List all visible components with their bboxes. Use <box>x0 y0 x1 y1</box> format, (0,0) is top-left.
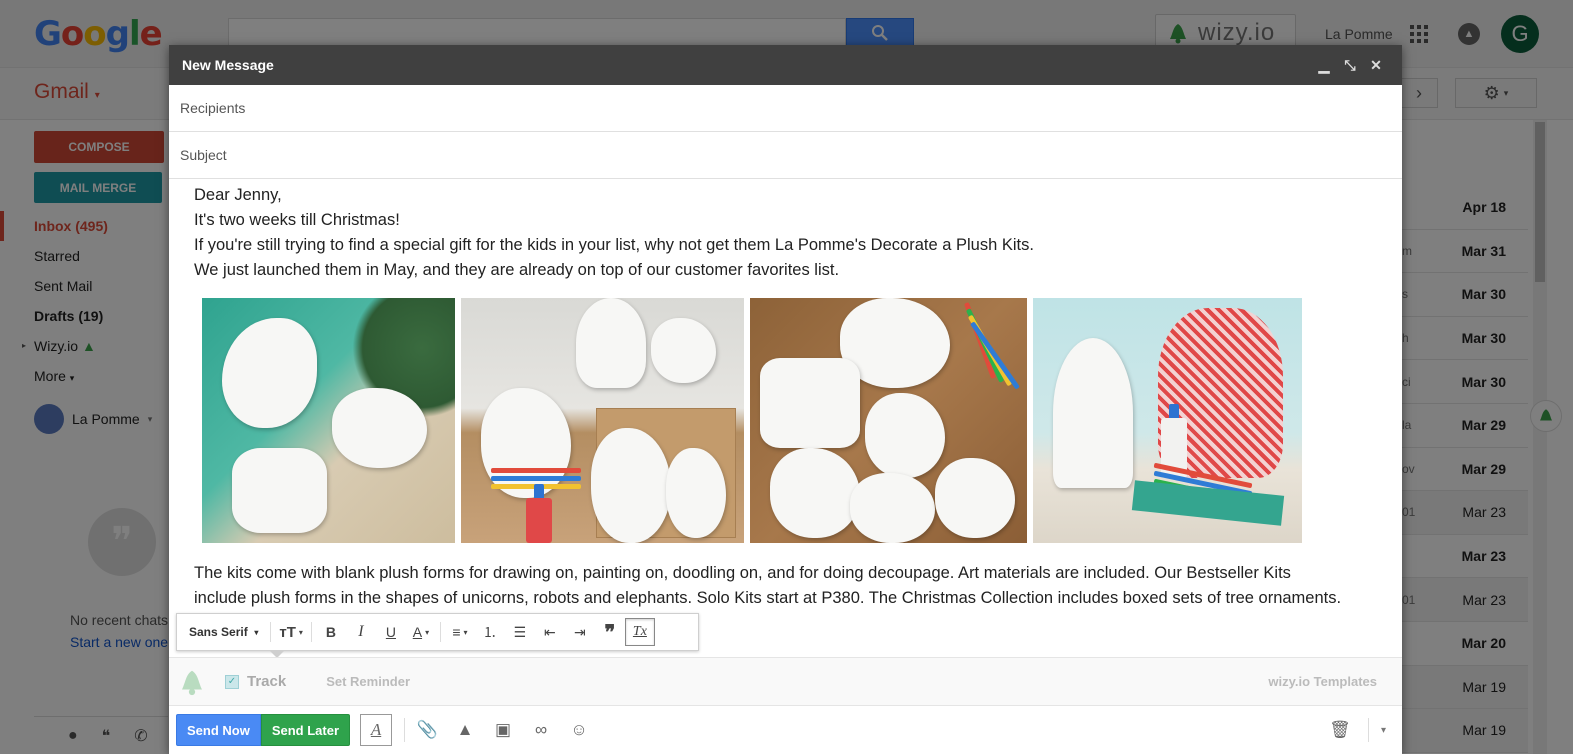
body-line: We just launched them in May, and they a… <box>194 261 840 279</box>
set-reminder-button[interactable]: Set Reminder <box>326 674 410 689</box>
subject-input[interactable] <box>180 147 1402 163</box>
font-select[interactable]: Sans Serif ▾ <box>181 618 266 646</box>
body-line: If you're still trying to find a special… <box>194 236 1034 254</box>
text-color-button[interactable]: A ▾ <box>406 618 436 646</box>
body-line: include plush forms in the shapes of uni… <box>194 589 1342 607</box>
product-photo[interactable] <box>750 298 1027 543</box>
product-photos <box>202 298 1377 543</box>
quote-icon[interactable]: ❞ <box>595 618 625 646</box>
italic-button[interactable]: I <box>346 618 376 646</box>
recipients-row <box>169 85 1402 132</box>
insert-photo-icon[interactable]: ▣ <box>487 714 519 746</box>
product-photo[interactable] <box>461 298 744 543</box>
subject-row <box>169 132 1402 179</box>
compose-footer: Send Now Send Later A 📎 ▲ ▣ ∞ ☺ 🗑 ▾ <box>169 705 1402 754</box>
track-checkbox[interactable]: ✓ <box>225 674 239 689</box>
formatting-toolbar: Sans Serif ▾ ᴛT ▾ B I U A ▾ ≡ ▾ ⒈ ☰ ⇤ ⇥ ❞ T… <box>176 613 699 651</box>
wizy-bar: ✓ Track Set Reminder wizy.io Templates <box>169 657 1402 705</box>
product-photo[interactable] <box>202 298 455 543</box>
formatting-options-icon[interactable]: A <box>360 714 393 746</box>
emoji-icon[interactable]: ☺ <box>563 714 595 746</box>
close-icon[interactable]: ✕ <box>1363 52 1389 78</box>
minimize-icon[interactable]: ▁ <box>1311 52 1337 78</box>
wizy-templates-button[interactable]: wizy.io Templates <box>1268 674 1377 689</box>
compose-header[interactable]: New Message ▁ ⤡ ✕ <box>169 45 1402 85</box>
bold-button[interactable]: B <box>316 618 346 646</box>
wizy-bell-icon[interactable] <box>177 667 207 697</box>
message-body[interactable]: Dear Jenny, It's two weeks till Christma… <box>169 179 1402 611</box>
attach-file-icon[interactable]: 📎 <box>411 714 443 746</box>
exit-fullscreen-icon[interactable]: ⤡ <box>1337 52 1363 78</box>
compose-title: New Message <box>182 57 274 73</box>
remove-formatting-button[interactable]: Tx <box>624 618 655 646</box>
recipients-input[interactable] <box>180 100 1402 116</box>
more-options-icon[interactable]: ▾ <box>1381 725 1386 736</box>
font-size-button[interactable]: ᴛT ▾ <box>275 618 307 646</box>
drive-icon[interactable]: ▲ <box>449 714 481 746</box>
send-later-button[interactable]: Send Later <box>260 714 351 746</box>
indent-more-icon[interactable]: ⇥ <box>565 618 595 646</box>
send-now-button[interactable]: Send Now <box>176 714 261 746</box>
numbered-list-icon[interactable]: ⒈ <box>475 618 505 646</box>
insert-link-icon[interactable]: ∞ <box>525 714 557 746</box>
align-icon[interactable]: ≡ ▾ <box>445 618 475 646</box>
body-line: The kits come with blank plush forms for… <box>194 564 1291 582</box>
greeting-line: Dear Jenny, <box>194 186 282 204</box>
underline-button[interactable]: U <box>376 618 406 646</box>
bulleted-list-icon[interactable]: ☰ <box>505 618 535 646</box>
indent-less-icon[interactable]: ⇤ <box>535 618 565 646</box>
body-line: It's two weeks till Christmas! <box>194 211 400 229</box>
track-label[interactable]: Track <box>247 673 286 690</box>
compose-window: New Message ▁ ⤡ ✕ Dear Jenny, It's two w… <box>169 45 1402 754</box>
product-photo[interactable] <box>1033 298 1302 543</box>
discard-draft-icon[interactable]: 🗑 <box>1324 714 1356 746</box>
